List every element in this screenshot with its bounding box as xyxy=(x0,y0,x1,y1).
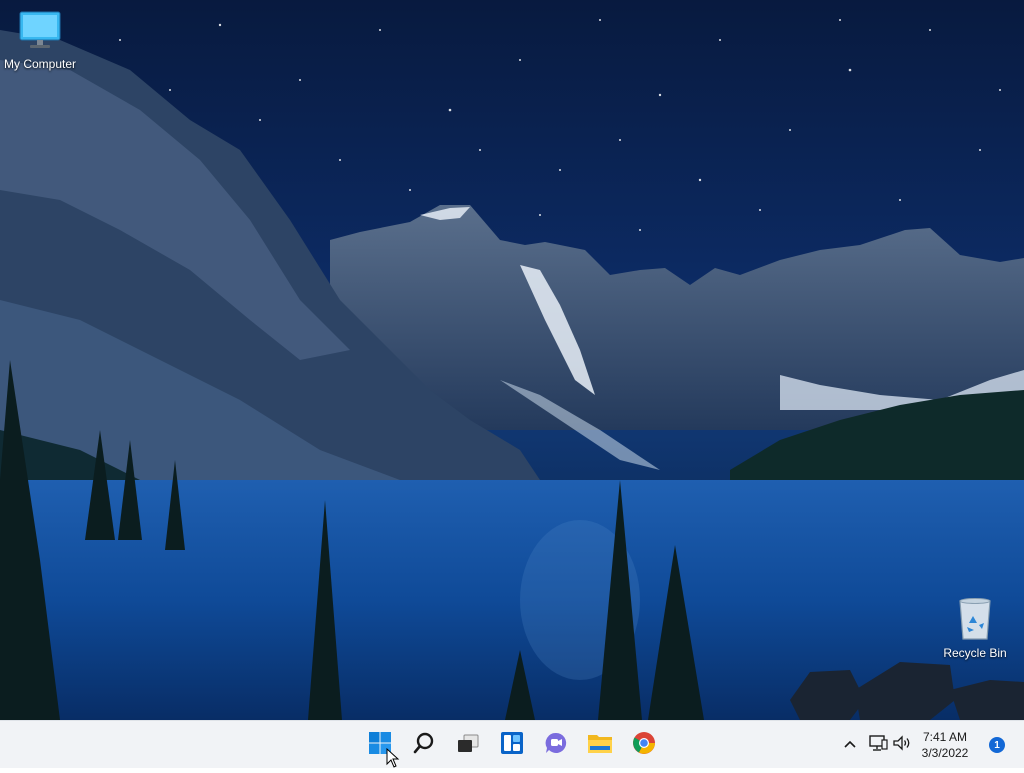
file-explorer-button[interactable] xyxy=(584,729,616,761)
task-view-button[interactable] xyxy=(452,729,484,761)
mountain-lake-scene xyxy=(0,19,1024,720)
chrome-button[interactable] xyxy=(628,729,660,761)
widgets-button[interactable] xyxy=(496,729,528,761)
search-icon xyxy=(412,731,436,760)
monitor-icon xyxy=(0,10,80,55)
search-button[interactable] xyxy=(408,729,440,761)
desktop-icon-label: Recycle Bin xyxy=(943,646,1007,660)
task-view-icon xyxy=(456,731,480,760)
clock-time: 7:41 AM xyxy=(922,730,968,744)
speaker-icon xyxy=(892,734,912,757)
chrome-icon xyxy=(632,731,656,760)
clock[interactable]: 7:41 AM 3/3/2022 xyxy=(910,729,980,761)
chat-button[interactable] xyxy=(540,729,572,761)
widgets-icon xyxy=(500,731,524,760)
network-icon xyxy=(868,734,888,757)
recycle-bin-icon xyxy=(935,597,1015,644)
desktop-wallpaper xyxy=(0,0,1024,720)
network-button[interactable] xyxy=(866,729,890,761)
teams-chat-icon xyxy=(544,731,568,760)
desktop-icon-recycle-bin[interactable]: Recycle Bin xyxy=(935,597,1015,660)
taskbar: 7:41 AM 3/3/2022 1 xyxy=(0,720,1024,768)
show-hidden-icons-button[interactable] xyxy=(838,729,862,761)
folder-icon xyxy=(587,731,613,760)
chevron-up-icon xyxy=(843,736,857,754)
desktop-icon-my-computer[interactable]: My Computer xyxy=(0,10,80,71)
notification-badge[interactable]: 1 xyxy=(989,737,1005,753)
clock-date: 3/3/2022 xyxy=(921,746,969,760)
mouse-cursor-icon xyxy=(386,747,400,773)
desktop-icon-label: My Computer xyxy=(3,57,77,71)
